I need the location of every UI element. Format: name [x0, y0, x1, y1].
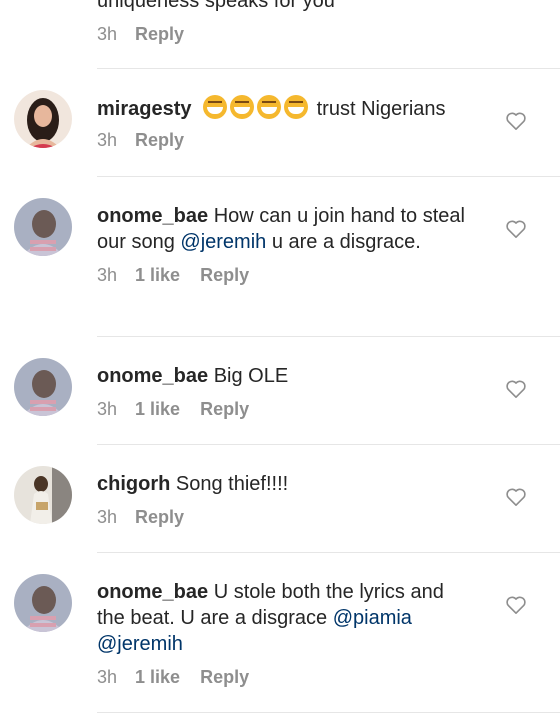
username[interactable]: onome_bae: [97, 365, 208, 387]
comment-time: 3h: [97, 24, 118, 44]
reply-button[interactable]: Reply: [200, 265, 249, 286]
partial-comment: uniqueness speaks for you 3h Reply: [97, 0, 537, 45]
heart-icon[interactable]: [505, 595, 527, 615]
partial-comment-text: uniqueness speaks for you: [97, 0, 335, 12]
heart-icon[interactable]: [505, 219, 527, 239]
grinning-squinting-face-icon: [230, 95, 255, 119]
avatar[interactable]: [14, 90, 72, 148]
comment-body: miragesty trust Nigerians 3h Reply: [97, 95, 477, 151]
heart-icon[interactable]: [505, 487, 527, 507]
likes-count[interactable]: 1 like: [135, 399, 180, 420]
comment-meta: 3h Reply: [97, 130, 477, 151]
avatar[interactable]: [14, 358, 72, 416]
comment-text: onome_bae How can u join hand to steal o…: [97, 203, 477, 255]
comment-message: Song thief!!!!: [170, 473, 289, 495]
comment-message: u are a disgrace.: [266, 231, 421, 253]
comment-text: chigorh Song thief!!!!: [97, 471, 477, 497]
likes-count[interactable]: 1 like: [135, 667, 180, 688]
comment-body: onome_bae U stole both the lyrics and th…: [97, 579, 457, 688]
comment-item: onome_bae How can u join hand to steal o…: [0, 176, 560, 336]
grinning-squinting-face-icon: [203, 95, 228, 119]
comment-time: 3h: [97, 507, 118, 527]
username[interactable]: onome_bae: [97, 581, 208, 603]
avatar[interactable]: [14, 574, 72, 632]
comment-item: miragesty trust Nigerians 3h Reply: [0, 68, 560, 176]
comment-time: 3h: [97, 399, 118, 419]
reply-button[interactable]: Reply: [135, 507, 184, 528]
comment-body: onome_bae Big OLE 3h 1 like Reply: [97, 363, 477, 420]
comment-time: 3h: [97, 667, 118, 687]
comment-body: onome_bae How can u join hand to steal o…: [97, 203, 477, 286]
comment-text: miragesty trust Nigerians: [97, 95, 477, 122]
comment-item: chigorh Song thief!!!! 3h Reply: [0, 444, 560, 552]
heart-icon[interactable]: [505, 111, 527, 131]
username[interactable]: onome_bae: [97, 205, 208, 227]
comment-text: onome_bae U stole both the lyrics and th…: [97, 579, 457, 657]
comment-meta: 3h 1 like Reply: [97, 265, 477, 286]
reply-button[interactable]: Reply: [135, 130, 184, 151]
mention-link[interactable]: @jeremih: [180, 231, 266, 253]
comment-message: Big OLE: [208, 365, 289, 387]
comment-meta: 3h 1 like Reply: [97, 667, 457, 688]
reply-button[interactable]: Reply: [200, 399, 249, 420]
avatar[interactable]: [14, 198, 72, 256]
reply-button[interactable]: Reply: [135, 24, 184, 45]
username[interactable]: miragesty: [97, 98, 192, 120]
mention-link[interactable]: @piamia: [333, 607, 412, 629]
divider: [97, 712, 560, 713]
grinning-squinting-face-icon: [257, 95, 282, 119]
comment-item: onome_bae Big OLE 3h 1 like Reply: [0, 336, 560, 444]
comment-time: 3h: [97, 265, 118, 285]
comment-message: trust Nigerians: [311, 98, 446, 120]
comment-time: 3h: [97, 130, 118, 150]
comment-meta: 3h Reply: [97, 24, 537, 45]
heart-icon[interactable]: [505, 379, 527, 399]
comment-text: onome_bae Big OLE: [97, 363, 477, 389]
comment-item: onome_bae U stole both the lyrics and th…: [0, 552, 560, 712]
comment-body: chigorh Song thief!!!! 3h Reply: [97, 471, 477, 528]
comment-meta: 3h Reply: [97, 507, 477, 528]
likes-count[interactable]: 1 like: [135, 265, 180, 286]
comment-meta: 3h 1 like Reply: [97, 399, 477, 420]
username[interactable]: chigorh: [97, 473, 170, 495]
avatar[interactable]: [14, 466, 72, 524]
mention-link[interactable]: @jeremih: [97, 633, 183, 655]
grinning-squinting-face-icon: [284, 95, 309, 119]
reply-button[interactable]: Reply: [200, 667, 249, 688]
